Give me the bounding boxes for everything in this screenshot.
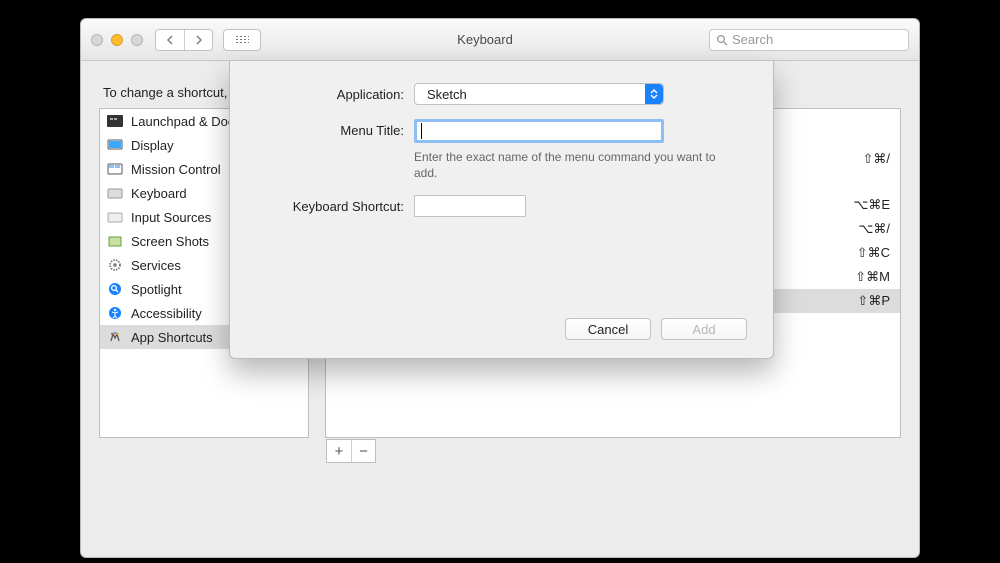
close-dot[interactable] (91, 34, 103, 46)
nav-buttons (155, 29, 213, 51)
titlebar: Keyboard Search (81, 19, 919, 61)
shortcut-keys: ⇧⌘M (855, 269, 890, 285)
zoom-dot[interactable] (131, 34, 143, 46)
add-remove: + − (326, 439, 376, 463)
cancel-button[interactable]: Cancel (565, 318, 651, 340)
traffic-lights (91, 34, 143, 46)
search-placeholder: Search (732, 32, 773, 47)
shortcut-input[interactable] (414, 195, 526, 217)
gear-icon (106, 258, 124, 272)
menu-title-label: Menu Title: (256, 119, 414, 138)
forward-button[interactable] (184, 30, 212, 50)
minimize-dot[interactable] (111, 34, 123, 46)
menu-title-hint: Enter the exact name of the menu command… (414, 149, 724, 181)
application-label: Application: (256, 83, 414, 102)
text-cursor (421, 123, 422, 139)
dropdown-arrows-icon (645, 84, 663, 104)
menu-title-input[interactable] (414, 119, 664, 143)
search-icon (716, 34, 728, 46)
screenshot-icon (106, 234, 124, 248)
app-icon (106, 330, 124, 344)
shortcut-keys: ⇧⌘/ (862, 151, 890, 167)
shortcut-keys: ⇧⌘C (857, 245, 890, 261)
grid-icon (235, 35, 249, 45)
display-icon (106, 138, 124, 152)
shortcut-keys: ⇧⌘P (857, 293, 890, 309)
remove-button[interactable]: − (351, 440, 375, 462)
launchpad-icon (106, 114, 124, 128)
back-button[interactable] (156, 30, 184, 50)
input-icon (106, 210, 124, 224)
application-dropdown[interactable]: Sketch (414, 83, 664, 105)
show-all-button[interactable] (223, 29, 261, 51)
window-title: Keyboard (261, 32, 709, 47)
prefs-window: Keyboard Search To change a shortcut, se… (80, 18, 920, 558)
search-field[interactable]: Search (709, 29, 909, 51)
application-value: Sketch (427, 87, 467, 102)
keyboard-icon (106, 186, 124, 200)
add-shortcut-sheet: Application: Sketch Menu Title: Enter th… (229, 61, 774, 359)
shortcut-keys: ⌥⌘/ (858, 221, 890, 237)
add-button-sheet[interactable]: Add (661, 318, 747, 340)
accessibility-icon (106, 306, 124, 320)
shortcut-keys: ⌥⌘E (853, 197, 890, 213)
mission-icon (106, 162, 124, 176)
shortcut-label: Keyboard Shortcut: (256, 195, 414, 214)
spotlight-icon (106, 282, 124, 296)
add-button[interactable]: + (327, 440, 351, 462)
